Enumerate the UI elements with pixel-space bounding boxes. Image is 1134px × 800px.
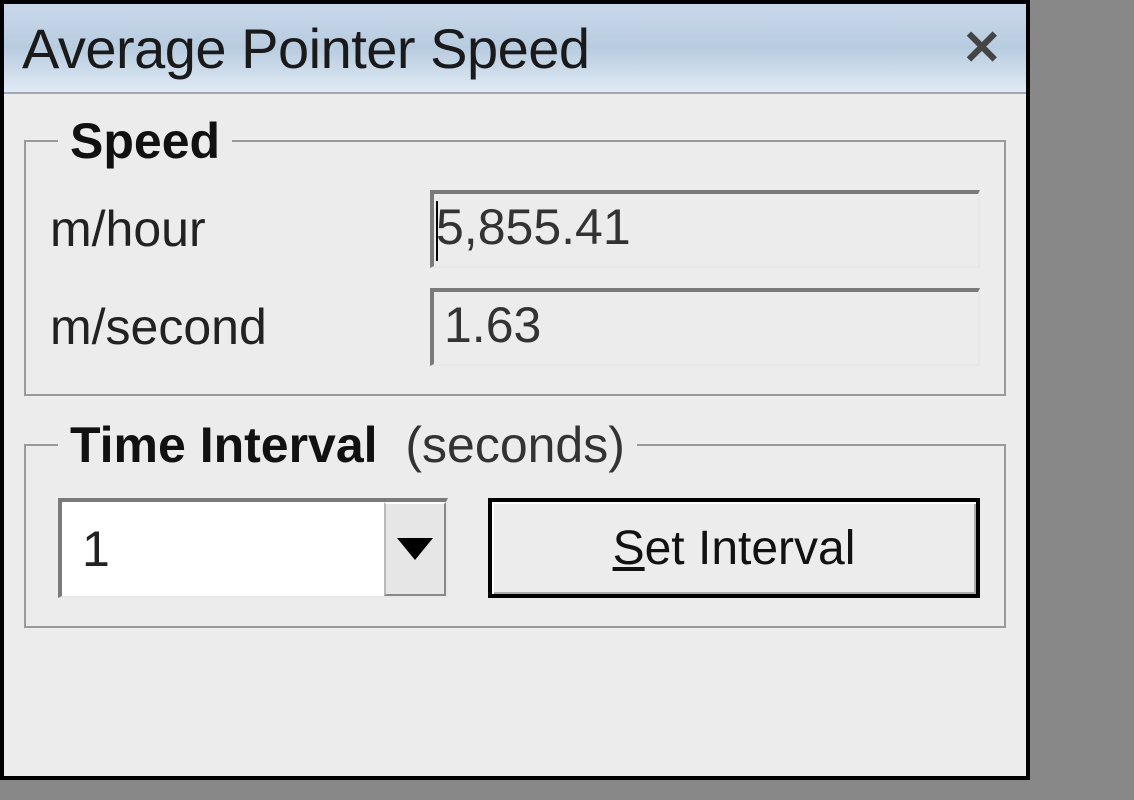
label-m-per-second: m/second xyxy=(50,298,430,356)
value-m-per-second: 1.63 xyxy=(444,297,541,353)
field-m-per-second[interactable]: 1.63 xyxy=(430,288,980,366)
value-m-per-hour: 5,855.41 xyxy=(436,199,631,255)
client-area: Speed m/hour 5,855.41 m/second 1.63 Time… xyxy=(4,94,1026,668)
field-m-per-hour[interactable]: 5,855.41 xyxy=(430,190,980,268)
interval-row: 1 Set Interval xyxy=(50,494,980,598)
time-interval-legend: Time Interval (seconds) xyxy=(58,416,637,474)
close-icon[interactable]: ✕ xyxy=(962,20,1006,76)
speed-group: Speed m/hour 5,855.41 m/second 1.63 xyxy=(24,112,1006,396)
interval-combobox[interactable]: 1 xyxy=(58,498,448,598)
combo-dropdown-button[interactable] xyxy=(384,502,446,596)
set-interval-button[interactable]: Set Interval xyxy=(488,498,980,598)
label-m-per-hour: m/hour xyxy=(50,200,430,258)
interval-value[interactable]: 1 xyxy=(62,502,384,596)
chevron-down-icon xyxy=(397,538,433,560)
title-bar[interactable]: Average Pointer Speed ✕ xyxy=(4,4,1026,94)
speed-legend: Speed xyxy=(58,112,232,170)
dialog-window: Average Pointer Speed ✕ Speed m/hour 5,8… xyxy=(0,0,1030,780)
window-title: Average Pointer Speed xyxy=(22,16,590,81)
row-m-per-hour: m/hour 5,855.41 xyxy=(50,190,980,268)
time-interval-group: Time Interval (seconds) 1 Set Interval xyxy=(24,416,1006,628)
row-m-per-second: m/second 1.63 xyxy=(50,288,980,366)
